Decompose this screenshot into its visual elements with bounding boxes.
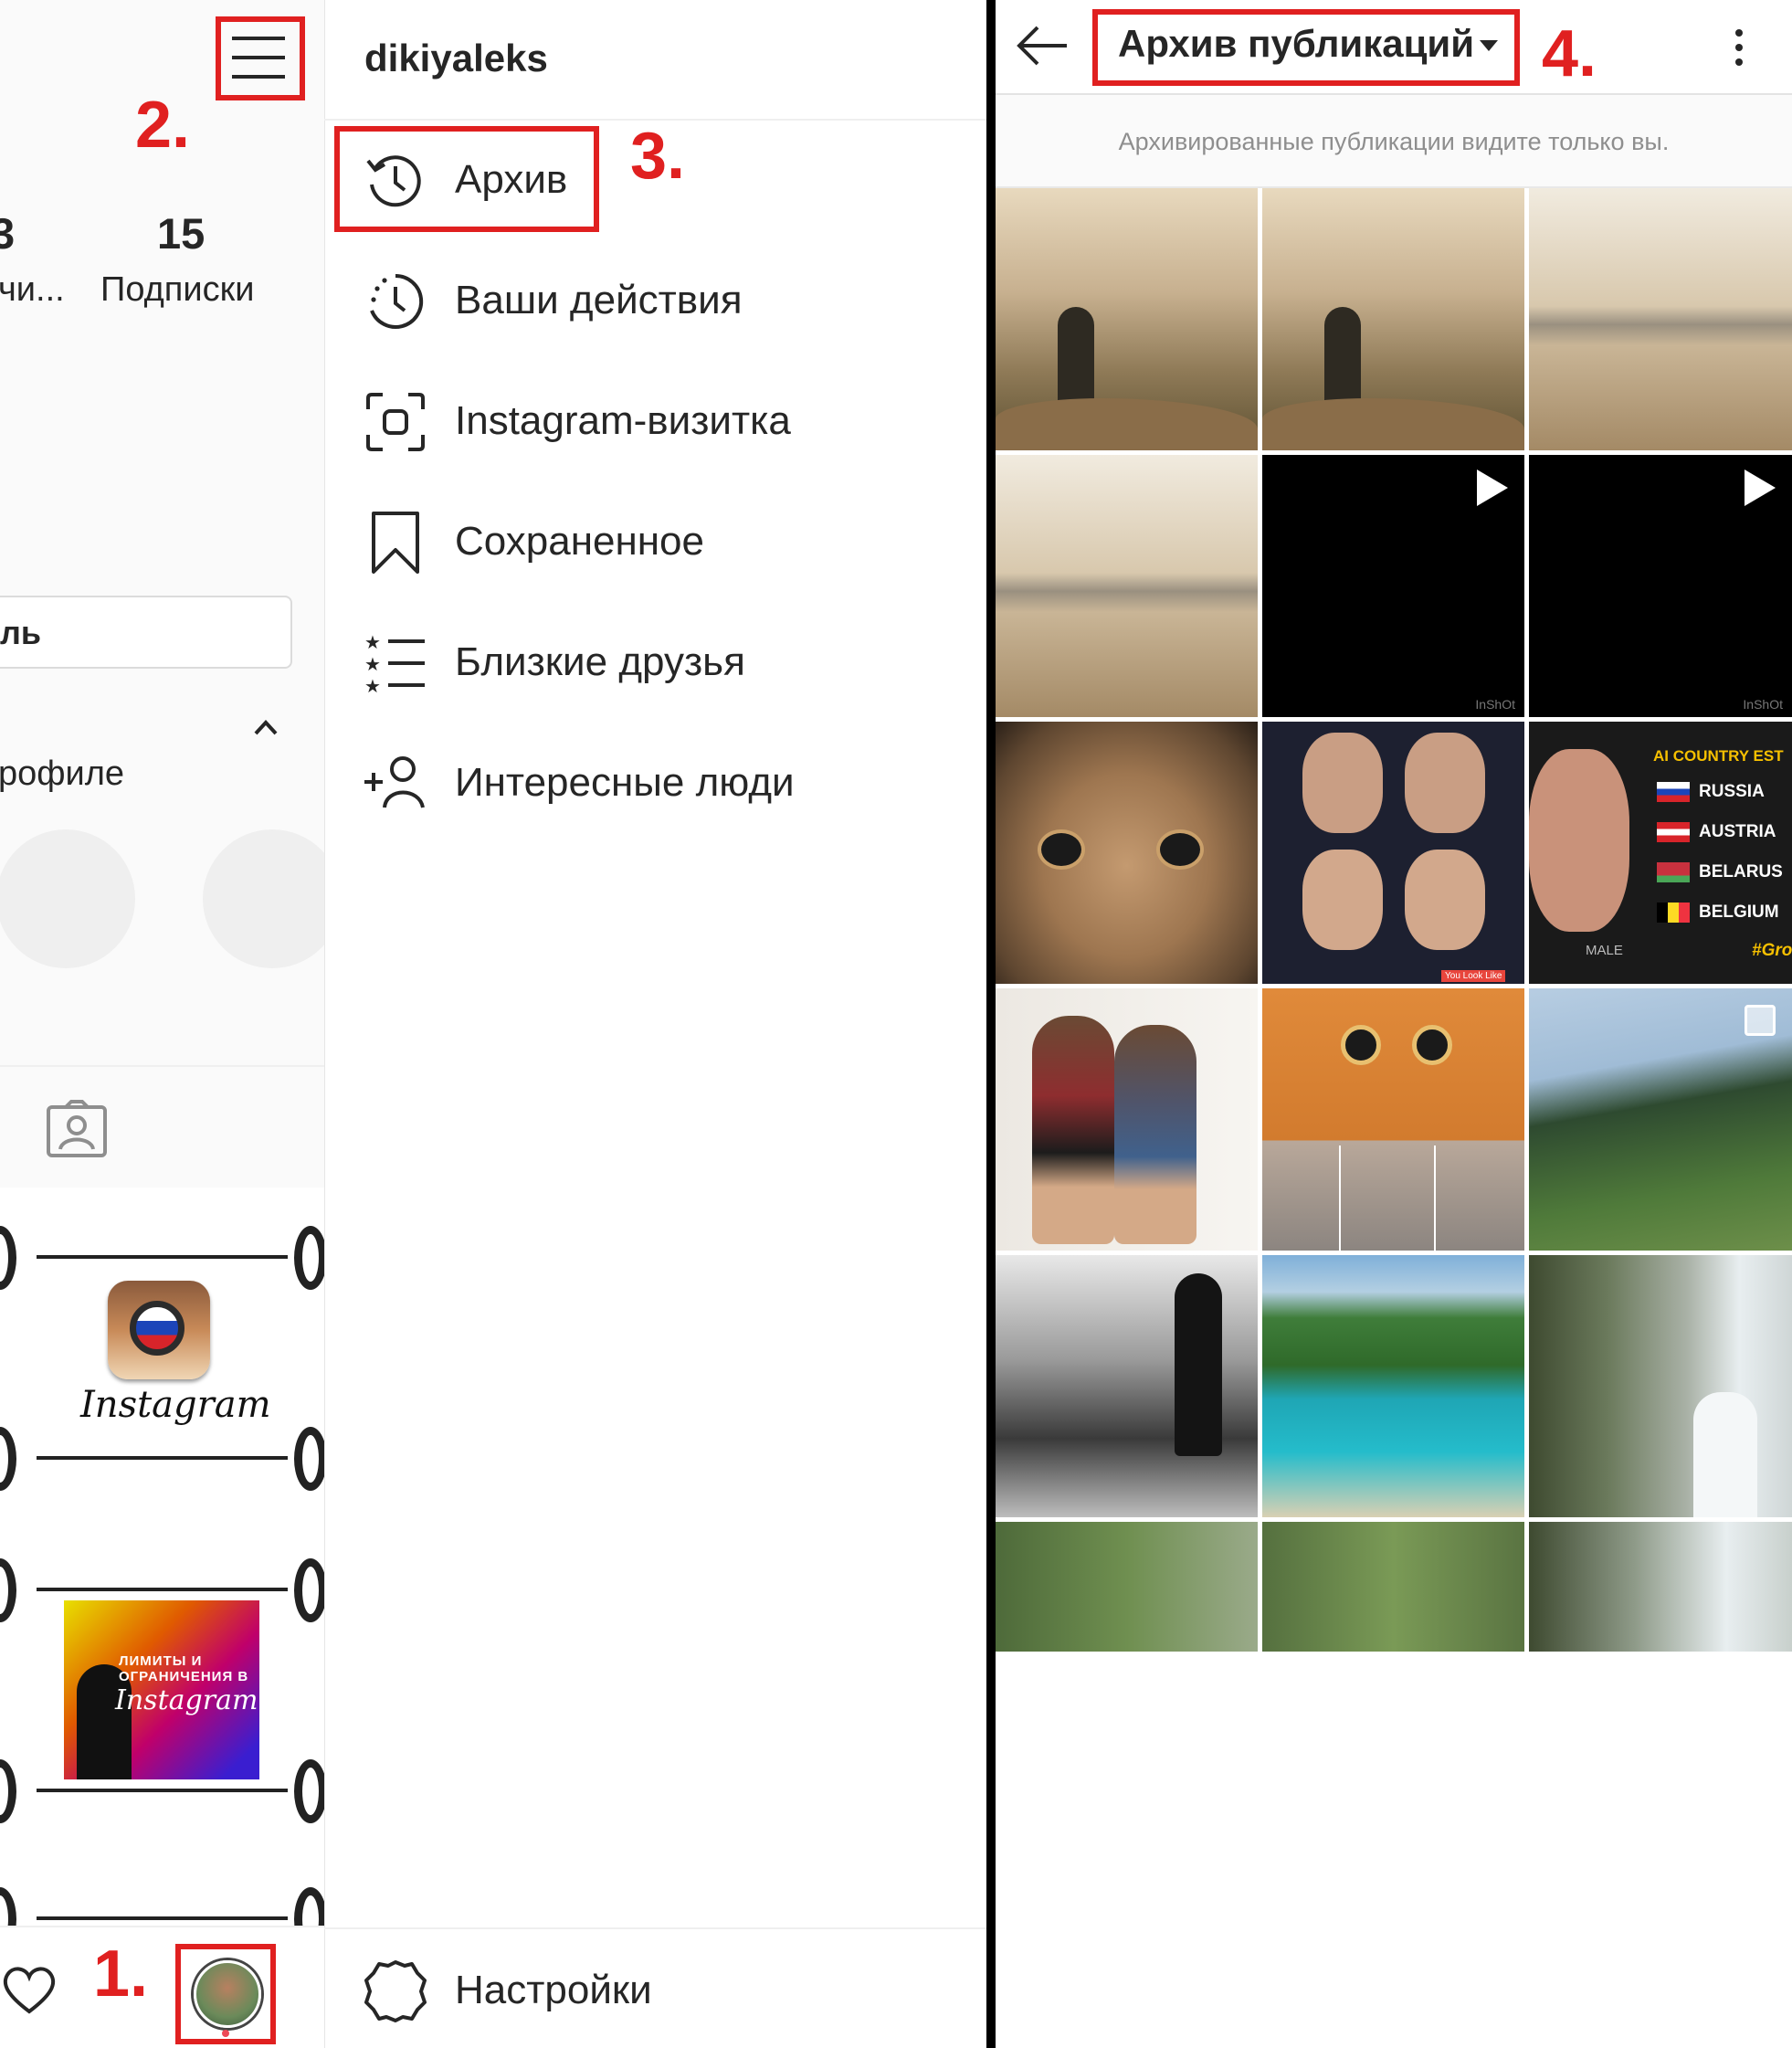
instagram-logo-text: Instagram — [80, 1384, 271, 1426]
menu-item-label: Интересные люди — [455, 760, 795, 805]
archive-post-tile[interactable] — [1262, 1255, 1524, 1517]
archive-video-tile[interactable]: InShOt — [1529, 455, 1792, 717]
edit-profile-button[interactable]: ль — [0, 596, 292, 669]
video-play-icon — [1477, 470, 1508, 506]
menu-username: dikiyaleks — [364, 37, 548, 79]
annotation-box-archive — [334, 126, 599, 232]
profile-tabs-bar — [0, 1065, 324, 1191]
chevron-up-icon[interactable] — [252, 707, 279, 746]
profile-panel: 3 15 чи... Подписки ль рофиле Instagram … — [0, 0, 324, 2048]
menu-item-label: Instagram-визитка — [455, 398, 791, 443]
archive-post-tile[interactable] — [1529, 1255, 1792, 1517]
archive-post-tile[interactable]: You Look Like — [1262, 722, 1524, 984]
svg-text:★: ★ — [364, 655, 381, 675]
profile-section-label: рофиле — [0, 755, 125, 793]
activity-clock-icon — [370, 273, 424, 329]
more-options-icon[interactable] — [1728, 26, 1750, 69]
annotation-box-archive-title — [1092, 9, 1520, 86]
archive-notice-text: Архивированные публикации видите только … — [1118, 128, 1670, 155]
country-label: BELARUS — [1699, 862, 1783, 881]
menu-item-close-friends[interactable]: ★ ★ ★ Близкие друзья — [363, 621, 965, 703]
multi-photo-icon — [1745, 1005, 1776, 1036]
annotation-label-3: 3. — [630, 120, 686, 193]
banner-script: Instagram — [115, 1684, 258, 1716]
menu-item-activity[interactable]: Ваши действия — [363, 259, 965, 342]
banner-title: ЛИМИТЫ И ОГРАНИЧЕНИЯ В — [119, 1653, 249, 1684]
edit-profile-label: ль — [0, 614, 41, 651]
menu-item-label: Настройки — [455, 1968, 652, 2012]
country-label: AUSTRIA — [1699, 822, 1776, 841]
archive-post-tile[interactable]: AI COUNTRY EST RUSSIA AUSTRIA BELARUS BE… — [1529, 722, 1792, 984]
followers-count[interactable]: 3 — [0, 208, 15, 259]
archive-post-tile[interactable] — [1529, 188, 1792, 450]
hashtag-label: #Gro — [1752, 941, 1792, 960]
video-play-icon — [1745, 470, 1776, 506]
highlight-placeholder[interactable] — [203, 829, 324, 968]
annotation-label-2: 2. — [135, 89, 191, 162]
video-watermark: InShOt — [1743, 697, 1783, 712]
archive-video-tile[interactable]: InShOt — [1262, 455, 1524, 717]
back-arrow-icon[interactable] — [1016, 22, 1070, 69]
archive-post-tile[interactable] — [1262, 988, 1524, 1251]
svg-text:★: ★ — [364, 677, 381, 696]
gender-label: MALE — [1586, 943, 1623, 958]
svg-text:★: ★ — [364, 633, 381, 653]
heart-icon[interactable] — [0, 1962, 58, 2017]
menu-item-saved[interactable]: Сохраненное — [363, 501, 965, 583]
annotation-box-avatar — [175, 1944, 276, 2044]
annotation-label-1: 1. — [93, 1937, 149, 2011]
gear-icon — [364, 1960, 427, 2022]
menu-item-label: Сохраненное — [455, 519, 705, 564]
nametag-icon — [366, 393, 425, 451]
archive-post-tile[interactable] — [996, 988, 1258, 1251]
following-label[interactable]: Подписки — [100, 270, 254, 310]
menu-item-label: Ваши действия — [455, 278, 743, 322]
following-count[interactable]: 15 — [157, 208, 205, 259]
archive-post-tile[interactable] — [996, 188, 1258, 450]
divider — [324, 1927, 986, 1929]
highlight-placeholder[interactable] — [0, 829, 135, 968]
archive-post-tile[interactable] — [996, 455, 1258, 717]
menu-item-discover-people[interactable]: Интересные люди — [363, 742, 965, 824]
annotation-box-menu — [216, 16, 305, 100]
country-label: RUSSIA — [1699, 782, 1765, 801]
tagged-photos-icon[interactable] — [46, 1100, 108, 1158]
archive-post-tile[interactable] — [996, 1522, 1258, 1652]
archive-post-tile[interactable] — [996, 722, 1258, 984]
video-watermark: InShOt — [1475, 697, 1515, 712]
face-caption: You Look Like — [1441, 970, 1506, 982]
archive-post-tile[interactable] — [1529, 1522, 1792, 1652]
menu-item-label: Близкие друзья — [455, 639, 745, 684]
archive-post-tile[interactable] — [1262, 1522, 1524, 1652]
limits-banner-image: ЛИМИТЫ И ОГРАНИЧЕНИЯ В Instagram — [64, 1600, 259, 1779]
add-person-icon — [364, 756, 425, 808]
archive-post-tile[interactable] — [996, 1255, 1258, 1517]
annotation-label-4: 4. — [1542, 17, 1597, 90]
archive-post-tile[interactable] — [1262, 188, 1524, 450]
bookmark-icon — [372, 512, 419, 574]
country-list-title: AI COUNTRY EST — [1653, 747, 1784, 765]
panel-divider — [986, 0, 996, 2048]
followers-label[interactable]: чи... — [0, 270, 65, 310]
close-friends-list-icon: ★ ★ ★ — [364, 633, 425, 696]
menu-item-nametag[interactable]: Instagram-визитка — [363, 380, 965, 462]
menu-item-settings[interactable]: Настройки — [363, 1949, 965, 2032]
country-label: BELGIUM — [1699, 903, 1779, 922]
instagram-logo-image — [108, 1281, 210, 1379]
archive-post-tile[interactable] — [1529, 988, 1792, 1251]
